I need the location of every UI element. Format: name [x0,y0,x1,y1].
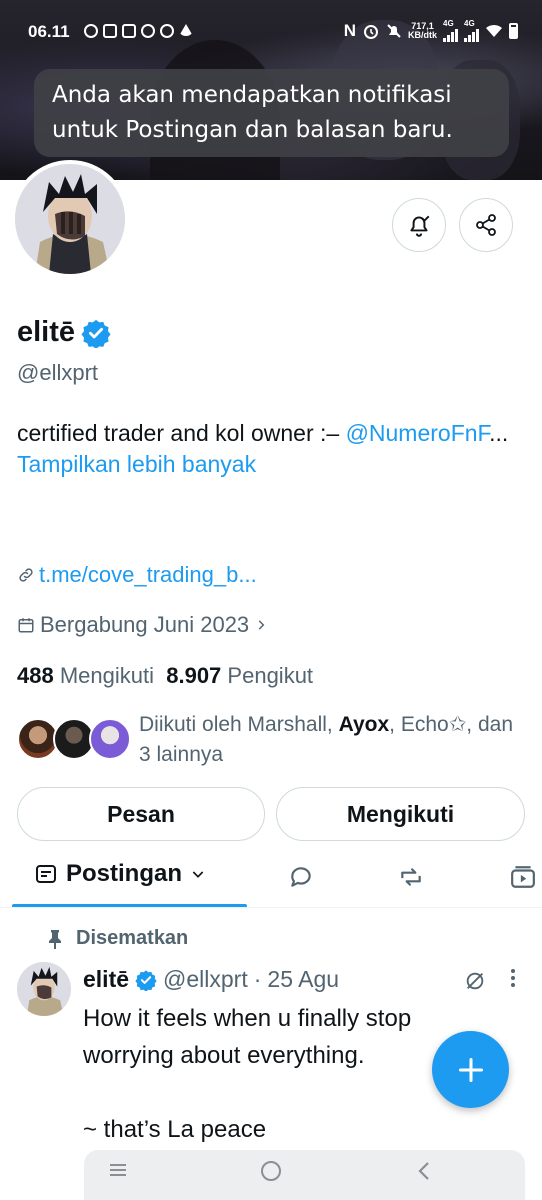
tweet-separator: · [253,966,262,992]
bell-check-icon [410,215,430,237]
speed-unit: KB/dtk [408,30,437,40]
tab-divider [0,907,542,908]
tab-replies[interactable] [288,864,314,895]
following-count: 488 [17,663,54,688]
profile-url[interactable]: t.me/cove_trading_b... [17,562,257,588]
status-time: 06.11 [28,22,70,41]
profile-handle: @ellxprt [17,360,99,385]
lte-label: 4G [464,19,475,28]
recent-apps-icon [110,1164,126,1176]
bio-mention-link[interactable]: @NumeroFnF [346,420,490,446]
back-icon [418,1162,429,1180]
share-icon [476,214,496,236]
link-icon [19,568,33,582]
notification-bell-button[interactable] [392,198,446,252]
profile-url-text[interactable]: t.me/cove_trading_b... [39,562,257,588]
chevron-down-icon[interactable] [190,866,206,882]
battery-icon [509,23,518,39]
signal-bars-icon [464,28,479,42]
followed-by-text: Diikuti oleh Marshall, Ayox, Echo✩, dan … [139,710,529,770]
system-nav-bar [84,1150,525,1200]
tweet-date[interactable]: 25 Agu [267,966,339,993]
verified-badge-icon[interactable] [135,969,157,991]
grok-icon [466,972,484,990]
tab-posts[interactable]: Postingan [34,860,206,888]
mute-icon [387,24,401,38]
bio-ellipsis: ... [489,420,509,446]
back-button[interactable] [416,1160,432,1187]
home-button[interactable] [260,1160,282,1187]
joined-date: Bergabung Juni 2023 [40,612,250,637]
media-icon [511,866,535,888]
messenger-icon [141,24,155,38]
network-speed: 717,1 KB/dtk [408,22,437,40]
followers-label: Pengikut [227,663,314,688]
tweet-text: How it feels when u finally stop worryin… [83,1005,412,1143]
avatar-illustration [17,962,71,1016]
profile-bio: certified trader and kol owner :– @Numer… [17,418,517,480]
followed-by-row[interactable]: Diikuti oleh Marshall, Ayox, Echo✩, dan … [17,710,527,770]
following-link[interactable]: 488 Mengikuti [17,663,154,688]
pinned-label-text: Disematkan [76,927,189,949]
profile-avatar[interactable] [11,160,129,278]
following-button[interactable]: Mengikuti [276,787,525,841]
posts-icon [36,865,56,883]
wifi-icon [486,24,502,37]
followers-link[interactable]: 8.907 Pengikut [166,663,313,688]
notification-icons [84,24,193,38]
lte-label: 4G [443,19,454,28]
instagram-icon [103,24,117,38]
follow-stats: 488 Mengikuti 8.907 Pengikut [17,663,313,689]
whatsapp-icon [84,24,98,38]
bio-text: certified trader and kol owner :– [17,420,346,446]
display-name-text: elitē [17,316,76,348]
message-button[interactable]: Pesan [17,787,265,841]
signal-bars-icon [443,28,458,42]
calendar-icon [18,618,34,633]
tab-reposts[interactable] [397,864,425,895]
more-options-icon[interactable] [510,968,518,988]
signal-2: 4G [464,20,479,42]
tweet-author-avatar[interactable] [17,962,71,1016]
follower-avatar [89,718,131,760]
tab-media[interactable] [510,864,536,895]
repost-icon [401,868,421,886]
alarm-icon [364,25,378,39]
vertical-dots-icon [511,969,515,987]
plus-icon [458,1057,483,1082]
display-name: elitē [17,316,111,349]
tab-posts-label: Postingan [66,860,183,887]
grok-button[interactable] [464,970,486,997]
joined-date-row[interactable]: Bergabung Juni 2023 [17,612,268,638]
nfc-icon: N [343,21,356,40]
verified-badge-icon[interactable] [81,318,111,348]
share-button[interactable] [459,198,513,252]
compose-button[interactable] [432,1031,509,1108]
telegram-icon [179,24,193,36]
pinned-label: Disematkan [48,927,188,950]
chevron-right-icon [258,620,265,630]
show-more-link[interactable]: Tampilkan lebih banyak [17,451,256,477]
signal-1: 4G [443,20,458,42]
discord-icon [122,24,136,38]
followed-by-prefix: Diikuti oleh Marshall, [139,713,339,736]
tweet-header: elitē @ellxprt · 25 Agu [83,966,339,993]
recent-apps-button[interactable] [108,1160,128,1185]
notification-toast: Anda akan mendapatkan notifikasi untuk P… [34,69,509,157]
pin-icon [49,929,61,949]
tweet-author-name[interactable]: elitē [83,966,129,993]
profile-tabs: Postingan [0,850,542,908]
followers-count: 8.907 [166,663,222,688]
reply-icon [291,867,311,887]
followed-by-bold: Ayox [338,713,390,736]
chat-icon [160,24,174,38]
status-bar: 06.11 N 717,1 KB/dtk 4G 4G [0,14,542,50]
following-label: Mengikuti [59,663,154,688]
home-circle-icon [261,1161,281,1181]
tweet-author-handle[interactable]: @ellxprt [163,966,248,993]
system-icons: N 717,1 KB/dtk 4G 4G [344,20,518,42]
avatar-illustration [15,164,125,274]
